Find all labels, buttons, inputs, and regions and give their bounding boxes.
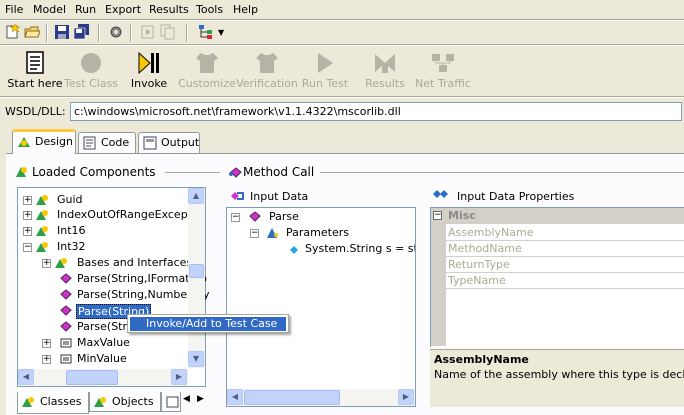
design-icon xyxy=(17,135,31,149)
menu-help[interactable]: Help xyxy=(233,3,258,16)
method-icon xyxy=(59,304,73,318)
description-title: AssemblyName xyxy=(434,353,529,366)
shirt-icon xyxy=(255,51,279,75)
menu-model[interactable]: Model xyxy=(33,3,66,16)
save-icon[interactable] xyxy=(54,24,70,40)
properties-icon xyxy=(432,187,450,201)
results-icon xyxy=(373,51,397,75)
tab-scroll-right-icon[interactable]: ▶ xyxy=(197,394,204,404)
context-menu: Invoke/Add to Test Case xyxy=(127,314,289,333)
property-row-returntype[interactable]: ReturnType xyxy=(446,257,684,273)
property-description: AssemblyName Name of the assembly where … xyxy=(430,349,684,407)
input-data-hscroll[interactable]: ◀ ▶ xyxy=(227,389,415,406)
method-icon xyxy=(248,210,262,224)
scroll-down-icon[interactable]: ▼ xyxy=(188,351,204,367)
class-icon xyxy=(36,240,50,254)
tab-classes[interactable]: Classes xyxy=(17,392,89,414)
wsdl-label: WSDL/DLL: xyxy=(5,105,66,118)
property-row-assemblyname[interactable]: AssemblyName xyxy=(446,225,684,241)
copy-icon xyxy=(160,24,176,40)
chevron-down-icon[interactable]: ▼ xyxy=(218,28,224,37)
save-all-icon[interactable] xyxy=(73,24,90,40)
components-hscroll[interactable]: ◀ ▶ xyxy=(18,369,188,386)
method-icon xyxy=(59,288,73,302)
parameters-icon xyxy=(266,226,280,240)
new-icon[interactable] xyxy=(4,23,21,40)
collapse-icon[interactable]: − xyxy=(433,211,442,220)
menu-file[interactable]: File xyxy=(5,3,23,16)
parameter-icon xyxy=(287,243,301,257)
tab-overflow-icon xyxy=(166,395,180,409)
tree-icon[interactable] xyxy=(198,24,214,40)
play-icon xyxy=(313,51,337,75)
method-call-title: Method Call xyxy=(243,165,315,179)
menu-run[interactable]: Run xyxy=(75,3,96,16)
step-icon xyxy=(140,24,156,40)
code-icon xyxy=(83,136,97,150)
input-tree-param-s[interactable]: System.String s = string xyxy=(287,242,415,258)
net-traffic-button[interactable]: Net Traffic xyxy=(408,47,478,93)
classes-icon xyxy=(22,395,36,409)
tab-more[interactable] xyxy=(161,392,181,412)
menu-divider xyxy=(0,19,684,21)
method-call-icon xyxy=(228,165,242,179)
method-icon xyxy=(59,272,73,286)
shirt-icon xyxy=(195,51,219,75)
circle-icon xyxy=(79,51,103,75)
scroll-right-icon[interactable]: ▶ xyxy=(171,369,187,385)
components-icon xyxy=(15,165,29,179)
tab-code[interactable]: Code xyxy=(78,132,136,153)
scroll-right-icon[interactable]: ▶ xyxy=(398,389,414,405)
scroll-up-icon[interactable]: ▲ xyxy=(188,188,204,204)
document-icon xyxy=(23,51,47,75)
class-icon xyxy=(36,208,50,222)
menu-bar: File Model Run Export Results Tools Help xyxy=(0,0,684,19)
method-icon xyxy=(59,320,73,334)
scroll-left-icon[interactable]: ◀ xyxy=(18,369,34,385)
property-row-typename[interactable]: TypeName xyxy=(446,273,684,289)
input-data-label: Input Data xyxy=(250,190,309,203)
description-text: Name of the assembly where this type is … xyxy=(434,368,684,381)
tab-output[interactable]: Output xyxy=(138,132,200,153)
field-icon xyxy=(59,336,73,350)
objects-icon xyxy=(94,395,108,409)
menu-results[interactable]: Results xyxy=(149,3,189,16)
properties-title: Input Data Properties xyxy=(457,190,575,203)
context-invoke-add-test-case[interactable]: Invoke/Add to Test Case xyxy=(130,317,286,331)
tab-design[interactable]: Design xyxy=(12,129,76,154)
network-icon xyxy=(431,51,455,75)
menu-export[interactable]: Export xyxy=(105,3,141,16)
property-category: Misc xyxy=(446,208,684,224)
play-pause-icon xyxy=(137,51,161,75)
tab-scroll-left-icon[interactable]: ◀ xyxy=(183,394,190,404)
class-icon xyxy=(36,193,50,207)
components-vscroll[interactable]: ▲ ▼ xyxy=(188,188,205,368)
property-row-methodname[interactable]: MethodName xyxy=(446,241,684,257)
class-icon xyxy=(36,224,50,238)
gear-icon[interactable] xyxy=(108,24,124,40)
field-icon xyxy=(59,352,73,366)
tab-objects[interactable]: Objects xyxy=(89,392,161,412)
open-folder-icon[interactable] xyxy=(24,24,41,40)
interface-icon xyxy=(55,256,69,270)
scroll-left-icon[interactable]: ◀ xyxy=(227,389,243,405)
wsdl-input[interactable]: c:\windows\microsoft.net\framework\v1.1.… xyxy=(70,102,682,121)
menu-tools[interactable]: Tools xyxy=(196,3,223,16)
input-data-icon xyxy=(229,189,245,203)
output-icon xyxy=(143,136,157,150)
loaded-components-title: Loaded Components xyxy=(32,165,156,179)
